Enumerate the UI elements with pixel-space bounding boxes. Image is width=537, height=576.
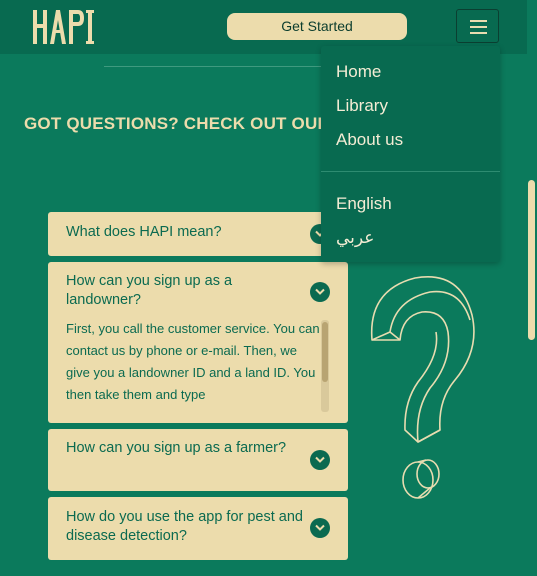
menu-item-about-us[interactable]: About us [336,130,403,150]
menu-toggle-button[interactable] [456,9,499,43]
hamburger-icon [470,20,487,22]
hamburger-icon-line [470,32,487,34]
hapi-logo[interactable] [32,8,96,46]
faq-question: How can you sign up as a farmer? [66,440,287,456]
faq-item[interactable]: How do you use the app for pest and dise… [48,497,348,560]
faq-item[interactable]: What does HAPI mean? [48,212,348,256]
menu-item-home[interactable]: Home [336,62,381,82]
menu-item-library[interactable]: Library [336,96,388,116]
question-mark-illustration [370,276,475,499]
faq-section-title: GOT QUESTIONS? CHECK OUT OUR FAQS [24,114,324,133]
answer-scrollbar-thumb[interactable] [322,322,328,382]
chevron-down-icon[interactable] [310,518,330,538]
language-arabic[interactable]: عربي [336,228,374,248]
chevron-down-icon[interactable] [310,450,330,470]
language-english[interactable]: English [336,194,392,214]
faq-question: How can you sign up as a landowner? [66,273,233,308]
get-started-button[interactable]: Get Started [227,13,407,40]
chevron-down-icon[interactable] [310,282,330,302]
faq-item[interactable]: How can you sign up as a farmer? [48,429,348,491]
divider [104,66,354,67]
faq-answer: First, you call the customer service. Yo… [66,321,320,402]
menu-divider [321,171,500,172]
faq-question: How do you use the app for pest and dise… [66,509,303,544]
faq-question: What does HAPI mean? [66,224,222,240]
faq-item-expanded[interactable]: How can you sign up as a landowner? Firs… [48,262,348,423]
answer-scrollbar[interactable] [321,320,329,412]
page-scrollbar[interactable] [527,0,537,576]
hamburger-icon-line [470,26,487,28]
nav-dropdown-menu: Home Library About us English عربي [321,46,500,262]
page-scrollbar-thumb[interactable] [528,180,535,340]
